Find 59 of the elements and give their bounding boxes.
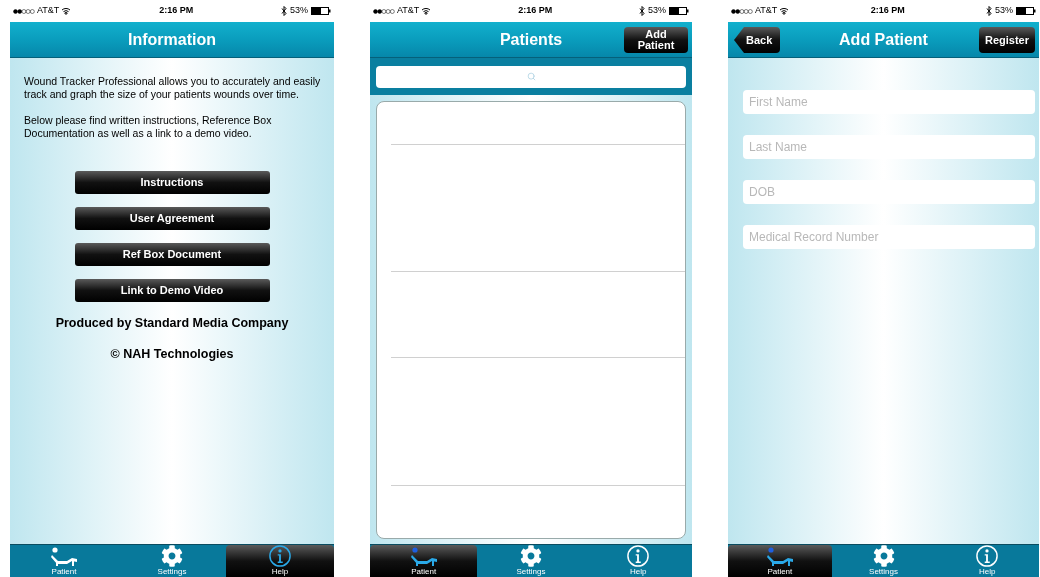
status-time: 2:16 PM: [870, 4, 905, 18]
settings-icon: [161, 545, 183, 567]
credit-text: Produced by Standard Media Company: [55, 315, 289, 332]
tab-bar-item[interactable]: Help: [584, 545, 692, 577]
text-field[interactable]: First Name: [743, 90, 1035, 114]
info-paragraph: Wound Tracker Professional allows you to accurately and easily track and graph the size of your patients wounds over time.: [24, 75, 322, 101]
signal-icon: [731, 8, 753, 14]
wifi-icon: [61, 7, 72, 15]
signal-icon: [13, 8, 35, 14]
info-button[interactable]: Ref Box Document: [74, 243, 270, 266]
text-field[interactable]: DOB: [743, 180, 1035, 204]
recliner-icon: [49, 547, 79, 567]
bluetooth-icon: [639, 6, 645, 16]
credit-text: © NAH Technologies: [110, 345, 234, 363]
info-button[interactable]: Instructions: [74, 171, 270, 194]
settings-icon: [520, 545, 542, 567]
tab-bar-item[interactable]: Help: [226, 545, 334, 577]
wifi-icon: [421, 7, 432, 15]
tab-bar-item[interactable]: Settings: [118, 545, 226, 577]
carrier-name: AT&T: [755, 4, 778, 18]
tab-bar-item[interactable]: Settings: [477, 545, 585, 577]
back-button[interactable]: Back: [734, 27, 781, 53]
tab-bar-item[interactable]: Patient: [728, 545, 832, 577]
battery-percent: 53%: [648, 4, 666, 18]
text-field[interactable]: Medical Record Number: [743, 225, 1035, 249]
info-paragraph: Below please find written instructions, Reference Box Documentation as well as a link to a demo video.: [24, 114, 273, 140]
battery-icon: [1016, 7, 1036, 15]
tab-bar-item[interactable]: Patient: [370, 545, 478, 577]
wifi-icon: [779, 7, 790, 15]
screen-title: Add Patient: [839, 29, 928, 50]
screen-title: Information: [128, 29, 216, 50]
text-field[interactable]: Last Name: [743, 135, 1035, 159]
tab-bar-item[interactable]: Help: [935, 545, 1039, 577]
recliner-icon: [408, 547, 439, 567]
recliner-icon: [764, 547, 795, 567]
register-button[interactable]: Register: [978, 27, 1035, 53]
battery-percent: 53%: [995, 4, 1013, 18]
tab-bar-item[interactable]: Settings: [831, 545, 936, 577]
status-time: 2:16 PM: [518, 4, 553, 18]
info-button[interactable]: User Agreement: [74, 207, 270, 230]
search-icon: [526, 72, 536, 81]
status-time: 2:16 PM: [159, 4, 194, 18]
add-patient-button[interactable]: Add Patient: [624, 27, 688, 53]
info-button[interactable]: Link to Demo Video: [74, 279, 270, 302]
settings-icon: [872, 545, 895, 567]
battery-icon: [311, 7, 331, 15]
info-icon: [626, 545, 651, 567]
bluetooth-icon: [986, 6, 992, 16]
battery-percent: 53%: [290, 4, 308, 18]
tab-bar-item[interactable]: Patient: [10, 545, 118, 577]
search-field[interactable]: [376, 65, 686, 88]
info-icon: [268, 545, 292, 567]
battery-icon: [669, 7, 689, 15]
signal-icon: [373, 8, 395, 14]
info-icon: [975, 545, 1000, 567]
bluetooth-icon: [281, 6, 287, 16]
carrier-name: AT&T: [397, 4, 420, 18]
screen-title: Patients: [499, 29, 563, 50]
carrier-name: AT&T: [37, 4, 60, 18]
